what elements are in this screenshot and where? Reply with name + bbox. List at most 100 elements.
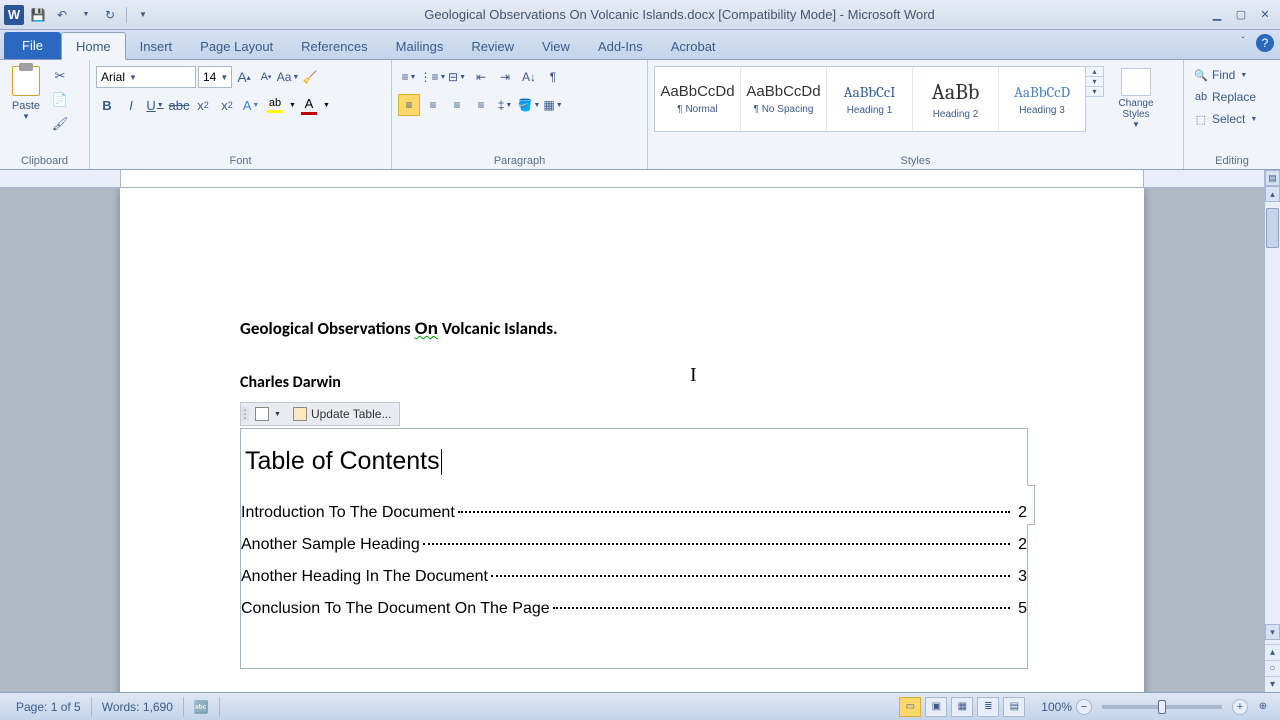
toc-entry[interactable]: Conclusion To The Document On The Page5 — [241, 600, 1027, 618]
view-full-screen-icon[interactable]: ▣ — [925, 697, 947, 717]
tab-home[interactable]: Home — [61, 32, 126, 60]
paste-dropdown-icon[interactable]: ▼ — [22, 112, 30, 121]
toc-entry[interactable]: Another Sample Heading2 — [241, 536, 1027, 554]
bold-button[interactable]: B — [96, 94, 118, 116]
scroll-up-icon[interactable]: ▴ — [1265, 186, 1280, 202]
close-button[interactable]: ✕ — [1254, 6, 1276, 24]
document-area[interactable]: Geological Observations On Volcanic Isla… — [0, 188, 1264, 692]
zoom-level[interactable]: 100% — [1041, 700, 1072, 714]
style-normal[interactable]: AaBbCcDd¶ Normal — [655, 67, 741, 131]
tab-review[interactable]: Review — [457, 33, 528, 59]
paste-button[interactable]: Paste ▼ — [6, 64, 46, 121]
replace-button[interactable]: abReplace — [1190, 88, 1260, 106]
help-icon[interactable]: ? — [1256, 34, 1274, 52]
font-size-combo[interactable]: 14▼ — [198, 66, 232, 88]
zoom-in-button[interactable]: + — [1232, 699, 1248, 715]
superscript-button[interactable]: x2 — [216, 94, 238, 116]
style-heading-3[interactable]: AaBbCcDHeading 3 — [999, 67, 1085, 131]
font-color-dropdown-icon[interactable]: ▼ — [323, 102, 330, 109]
find-dropdown-icon[interactable]: ▼ — [1240, 72, 1247, 79]
change-case-icon[interactable]: Aa▼ — [278, 67, 298, 87]
justify-button[interactable]: ≡ — [470, 94, 492, 116]
next-page-icon[interactable]: ▾ — [1265, 676, 1280, 692]
font-color-button[interactable]: A — [298, 96, 320, 115]
find-button[interactable]: 🔍Find▼ — [1190, 66, 1251, 84]
zoom-slider[interactable] — [1102, 705, 1222, 709]
grow-font-icon[interactable]: A▴ — [234, 67, 254, 87]
align-left-button[interactable]: ≡ — [398, 94, 420, 116]
gallery-more-icon[interactable]: ▾ — [1086, 87, 1103, 96]
undo-dropdown-icon[interactable]: ▼ — [76, 5, 96, 25]
tab-file[interactable]: File — [4, 32, 61, 59]
multilevel-list-button[interactable]: ⊟▼ — [446, 66, 468, 88]
tab-insert[interactable]: Insert — [126, 33, 187, 59]
highlight-color-button[interactable]: ab — [264, 97, 286, 113]
update-table-button[interactable]: Update Table... — [287, 403, 398, 425]
change-styles-button[interactable]: Change Styles ▼ — [1110, 66, 1162, 129]
toc-resize-tab[interactable] — [1027, 485, 1035, 525]
text-effects-icon[interactable]: A▼ — [240, 94, 262, 116]
zoom-slider-thumb[interactable] — [1158, 700, 1166, 714]
sort-button[interactable]: A↓ — [518, 66, 540, 88]
select-button[interactable]: ⬚Select▼ — [1190, 110, 1261, 128]
underline-button[interactable]: U▼ — [144, 94, 166, 116]
maximize-button[interactable]: ▢ — [1230, 6, 1252, 24]
word-app-icon[interactable]: W — [4, 5, 24, 25]
document-title[interactable]: Geological Observations On Volcanic Isla… — [240, 318, 1024, 339]
ribbon-collapse-icon[interactable]: ˇ — [1236, 34, 1250, 48]
horizontal-ruler[interactable] — [0, 170, 1280, 188]
ruler-toggle-icon[interactable]: ▤ — [1265, 170, 1280, 186]
document-page[interactable]: Geological Observations On Volcanic Isla… — [120, 188, 1144, 692]
borders-button[interactable]: ▦▼ — [542, 94, 564, 116]
font-name-dropdown-icon[interactable]: ▼ — [129, 73, 137, 82]
qat-customize-icon[interactable]: ▼ — [133, 5, 153, 25]
tab-add-ins[interactable]: Add-Ins — [584, 33, 657, 59]
toc-entry[interactable]: Introduction To The Document2 — [241, 504, 1027, 522]
highlight-dropdown-icon[interactable]: ▼ — [289, 102, 296, 109]
scroll-track[interactable] — [1265, 202, 1280, 624]
style-heading-2[interactable]: AaBbHeading 2 — [913, 67, 999, 131]
change-styles-dropdown-icon[interactable]: ▼ — [1132, 120, 1140, 129]
view-print-layout-icon[interactable]: ▭ — [899, 697, 921, 717]
increase-indent-button[interactable]: ⇥ — [494, 66, 516, 88]
cut-icon[interactable]: ✂ — [50, 66, 70, 86]
zoom-dialog-icon[interactable]: ⊕ — [1252, 697, 1274, 717]
select-dropdown-icon[interactable]: ▼ — [1250, 116, 1257, 123]
document-author[interactable]: Charles Darwin — [240, 373, 1024, 392]
redo-icon[interactable]: ↻ — [100, 5, 120, 25]
align-right-button[interactable]: ≡ — [446, 94, 468, 116]
tab-mailings[interactable]: Mailings — [382, 33, 458, 59]
tab-references[interactable]: References — [287, 33, 381, 59]
status-words[interactable]: Words: 1,690 — [92, 697, 184, 717]
toc-title[interactable]: Table of Contents — [243, 447, 444, 476]
font-size-dropdown-icon[interactable]: ▼ — [220, 73, 228, 82]
scroll-thumb[interactable] — [1266, 208, 1279, 248]
font-name-combo[interactable]: Arial▼ — [96, 66, 196, 88]
status-proofing-icon[interactable]: 🔤 — [184, 697, 220, 717]
show-marks-button[interactable]: ¶ — [542, 66, 564, 88]
view-outline-icon[interactable]: ≣ — [977, 697, 999, 717]
zoom-out-button[interactable]: − — [1076, 699, 1092, 715]
view-draft-icon[interactable]: ▤ — [1003, 697, 1025, 717]
minimize-button[interactable]: ▁ — [1206, 6, 1228, 24]
line-spacing-button[interactable]: ‡▼ — [494, 94, 516, 116]
save-icon[interactable]: 💾 — [28, 5, 48, 25]
shading-button[interactable]: 🪣▼ — [518, 94, 540, 116]
tab-view[interactable]: View — [528, 33, 584, 59]
toc-entry[interactable]: Another Heading In The Document3 — [241, 568, 1027, 586]
style-heading-1[interactable]: AaBbCcIHeading 1 — [827, 67, 913, 131]
status-page[interactable]: Page: 1 of 5 — [6, 697, 92, 717]
format-painter-icon[interactable]: 🖌 — [50, 114, 70, 134]
tab-page-layout[interactable]: Page Layout — [186, 33, 287, 59]
tab-acrobat[interactable]: Acrobat — [657, 33, 730, 59]
toc-container[interactable]: Table of Contents Introduction To The Do… — [240, 428, 1028, 669]
scroll-down-icon[interactable]: ▾ — [1265, 624, 1280, 640]
view-web-layout-icon[interactable]: ▦ — [951, 697, 973, 717]
gallery-row-down-icon[interactable]: ▾ — [1086, 77, 1103, 87]
numbering-button[interactable]: ⋮≡▼ — [422, 66, 444, 88]
toc-toolbar-handle-icon[interactable]: ⋮ — [241, 407, 249, 421]
undo-icon[interactable]: ↶ — [52, 5, 72, 25]
bullets-button[interactable]: ≡▼ — [398, 66, 420, 88]
copy-icon[interactable]: 📄 — [50, 90, 70, 110]
shrink-font-icon[interactable]: A▾ — [256, 67, 276, 87]
